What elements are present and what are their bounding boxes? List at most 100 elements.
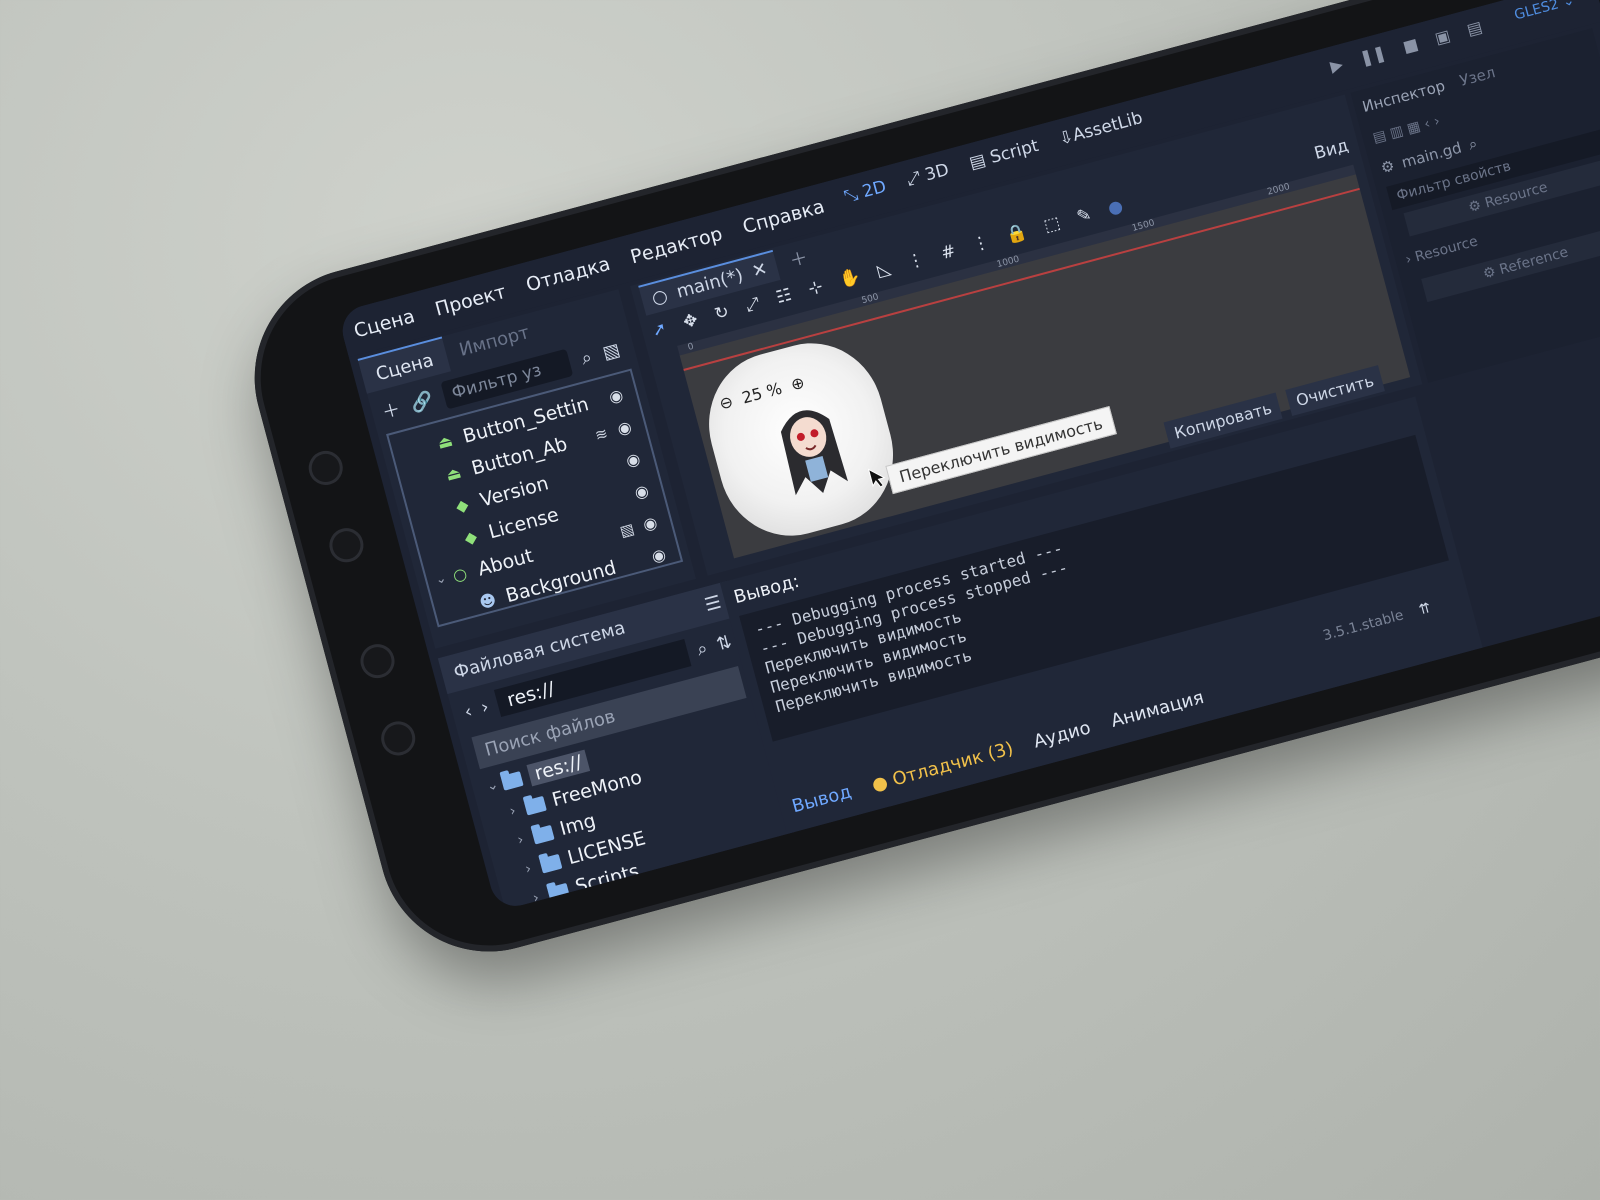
layout-toggle-icon[interactable]: ☰ <box>703 592 724 616</box>
side-button <box>356 640 399 682</box>
button-node-icon: ⏏ <box>435 430 455 453</box>
search-icon: ⌕ <box>578 346 595 370</box>
menu-scene[interactable]: Сцена <box>352 305 418 342</box>
back-arrow-icon[interactable]: ‹ <box>462 700 474 722</box>
workspace-3d[interactable]: ⤢ 3D <box>905 160 952 190</box>
group-icon[interactable]: ⬚ <box>1042 213 1063 236</box>
zoom-out-icon[interactable]: ⊖ <box>717 392 735 414</box>
snap-icon[interactable]: ⋮ <box>905 249 927 273</box>
sensor-dot <box>325 524 368 567</box>
workspace-script-label: Script <box>987 135 1041 168</box>
save-resource-icon[interactable]: ▦ <box>1405 118 1422 137</box>
label-node-icon: ◆ <box>453 494 471 517</box>
sort-icon[interactable]: ⇅ <box>714 631 734 655</box>
grid-icon[interactable]: # <box>939 241 958 264</box>
reference-button-label: Reference <box>1497 244 1571 279</box>
folder-icon <box>500 770 524 791</box>
workspace-2d-label: 2D <box>860 176 889 203</box>
menu-editor[interactable]: Редактор <box>628 223 725 269</box>
link-icon[interactable]: 🔗 <box>409 389 436 415</box>
visibility-eye-icon[interactable]: ◉ <box>610 415 638 440</box>
close-icon[interactable]: ✕ <box>750 258 770 282</box>
folder-icon <box>546 882 571 902</box>
control-node-icon: ○ <box>450 563 470 586</box>
lock-icon[interactable]: 🔒 <box>1004 222 1030 247</box>
search-icon[interactable]: ⌕ <box>1467 134 1480 154</box>
anime-character-image <box>780 410 848 496</box>
workspace-assetlib[interactable]: ⇩AssetLib <box>1057 108 1145 150</box>
scene-preview-image: ⊖ 25 % ⊕ <box>692 327 910 552</box>
tab-node[interactable]: Узел <box>1458 63 1497 90</box>
tab-debugger[interactable]: ● Отладчик (3) <box>870 738 1016 796</box>
stop-icon[interactable]: ■ <box>1401 34 1421 56</box>
folder-icon <box>539 853 563 874</box>
control-node-icon: ○ <box>473 624 499 628</box>
resource-section-label: Resource <box>1413 233 1480 266</box>
folder-icon <box>523 795 547 816</box>
scene-root-icon: ○ <box>649 284 670 309</box>
search-icon[interactable]: ⌕ <box>695 637 710 660</box>
workspace-2d[interactable]: ⤡ 2D <box>842 177 889 207</box>
bone-icon[interactable]: ✎ <box>1075 205 1094 228</box>
play-icon[interactable]: ▶ <box>1328 54 1345 76</box>
menu-project[interactable]: Проект <box>433 281 508 321</box>
phone-device: Сцена Проект Отладка Редактор Справка ⤡ … <box>230 0 1600 977</box>
visibility-icon[interactable]: ● <box>1106 196 1126 219</box>
visibility-eye-icon[interactable]: ◉ <box>636 511 664 536</box>
script-icon[interactable]: ▧ <box>600 339 622 364</box>
scale-tool-icon[interactable]: ⤢ <box>743 293 761 316</box>
button-node-icon: ⏏ <box>443 462 464 485</box>
ruler-tool-icon[interactable]: ◺ <box>875 258 893 281</box>
tab-output[interactable]: Вывод <box>790 781 854 817</box>
list-select-icon[interactable]: ☷ <box>774 285 794 308</box>
collapse-panel-icon[interactable]: ⇈ <box>1417 600 1432 618</box>
workspace-script[interactable]: ▤ Script <box>967 136 1041 174</box>
view-menu-button[interactable]: Вид <box>1312 136 1350 164</box>
pan-tool-icon[interactable]: ✋ <box>837 266 863 291</box>
pause-icon[interactable]: ❚❚ <box>1357 43 1388 68</box>
move-tool-icon[interactable]: ✥ <box>681 310 700 333</box>
more-options-icon[interactable]: ⋮ <box>970 232 992 256</box>
new-resource-icon[interactable]: ▤ <box>1371 127 1388 146</box>
visibility-eye-icon[interactable]: ◉ <box>628 479 656 504</box>
play-scene-icon[interactable]: ▣ <box>1433 26 1453 48</box>
workspace-assetlib-label: AssetLib <box>1070 108 1145 146</box>
menu-debug[interactable]: Отладка <box>524 253 613 297</box>
tab-animation[interactable]: Анимация <box>1109 687 1206 732</box>
panel-node-icon: ☻ <box>477 589 499 613</box>
photo-background: Сцена Проект Отладка Редактор Справка ⤡ … <box>0 0 1600 1200</box>
history-back-icon[interactable]: ‹ <box>1422 116 1432 133</box>
add-tab-icon[interactable]: ＋ <box>786 244 810 274</box>
play-custom-scene-icon[interactable]: ▤ <box>1465 17 1485 39</box>
folder-icon <box>531 824 555 845</box>
tab-audio[interactable]: Аудио <box>1031 717 1093 752</box>
visibility-eye-icon[interactable]: ◉ <box>602 384 630 409</box>
select-tool-icon[interactable]: ➚ <box>650 318 669 341</box>
open-resource-icon[interactable]: ▥ <box>1388 123 1405 142</box>
visibility-eye-icon[interactable]: ◉ <box>619 447 647 472</box>
menu-help[interactable]: Справка <box>740 195 827 238</box>
forward-arrow-icon[interactable]: › <box>479 696 491 718</box>
version-label: 3.5.1.stable <box>1321 607 1406 645</box>
renderer-label: GLES2 <box>1512 0 1561 24</box>
visibility-eye-icon[interactable]: ◉ <box>645 543 673 568</box>
gear-icon: ⚙ <box>1378 156 1397 178</box>
workspace-3d-label: 3D <box>922 159 952 186</box>
zoom-in-icon[interactable]: ⊕ <box>789 372 807 394</box>
fs-item-label: export <box>580 889 646 912</box>
tab-debugger-label: Отладчик (3) <box>890 738 1016 791</box>
pivot-tool-icon[interactable]: ⊹ <box>806 277 825 300</box>
camera-dot <box>304 447 347 489</box>
godot-editor-screen: Сцена Проект Отладка Редактор Справка ⤡ … <box>336 0 1600 912</box>
renderer-select[interactable]: GLES2 ⌄ <box>1513 0 1577 24</box>
add-node-icon[interactable]: ＋ <box>379 395 403 425</box>
rotate-tool-icon[interactable]: ↻ <box>712 302 731 325</box>
side-button <box>377 717 420 760</box>
label-node-icon: ◆ <box>462 526 480 549</box>
history-forward-icon[interactable]: › <box>1432 113 1442 130</box>
